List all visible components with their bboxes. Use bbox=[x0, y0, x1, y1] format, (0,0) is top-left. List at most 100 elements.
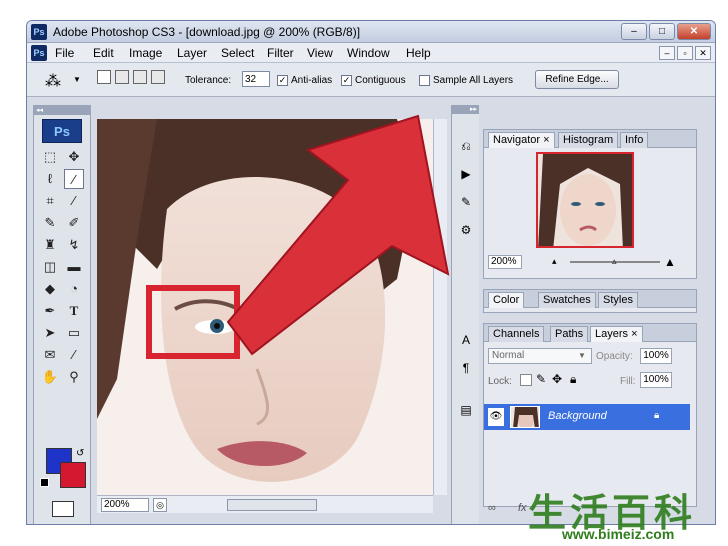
doc-close-button[interactable]: ✕ bbox=[695, 46, 711, 60]
tab-paths[interactable]: Paths bbox=[550, 326, 589, 342]
doc-minimize-button[interactable]: – bbox=[659, 46, 675, 60]
blend-mode-select[interactable]: Normal bbox=[488, 348, 592, 364]
menu-help[interactable]: Help bbox=[406, 46, 431, 60]
crop-tool-icon[interactable]: ⌗ bbox=[40, 191, 60, 211]
zoom-slider-thumb[interactable]: ▵ bbox=[612, 256, 617, 267]
minimize-button[interactable]: – bbox=[621, 23, 647, 40]
zoom-level-field[interactable]: 200% bbox=[101, 498, 149, 512]
menu-filter[interactable]: Filter bbox=[267, 46, 294, 60]
pen-tool-icon[interactable]: ✒ bbox=[40, 301, 60, 321]
fill-field[interactable]: 100% bbox=[640, 372, 672, 388]
doc-info-icon[interactable]: ◎ bbox=[153, 498, 167, 512]
contiguous-checkbox[interactable]: ✓ bbox=[341, 75, 352, 86]
status-bar: 200% ◎ bbox=[97, 495, 433, 513]
shape-tool-icon[interactable]: ▭ bbox=[64, 323, 84, 343]
character-panel-icon[interactable]: A bbox=[456, 329, 476, 349]
layers-tabs: Channels Paths Layers × bbox=[484, 324, 696, 342]
history-panel-icon[interactable]: ⎌ bbox=[456, 135, 476, 155]
menu-view[interactable]: View bbox=[307, 46, 333, 60]
slice-tool-icon[interactable]: ∕ bbox=[64, 191, 84, 211]
tab-histogram[interactable]: Histogram bbox=[558, 132, 619, 148]
tab-navigator[interactable]: Navigator × bbox=[488, 132, 555, 148]
dock-expand-icon[interactable]: ▸▸ bbox=[452, 105, 479, 114]
zoom-in-icon[interactable]: ▲ bbox=[664, 255, 676, 269]
tolerance-input[interactable]: 32 bbox=[242, 71, 270, 87]
maximize-button[interactable]: □ bbox=[649, 23, 675, 40]
layer-comps-panel-icon[interactable]: ▤ bbox=[456, 399, 476, 419]
menu-image[interactable]: Image bbox=[129, 46, 162, 60]
layer-name[interactable]: Background bbox=[548, 410, 607, 422]
new-selection-icon[interactable] bbox=[97, 70, 111, 84]
navigator-preview[interactable] bbox=[536, 152, 634, 248]
sample-all-layers-checkbox[interactable] bbox=[419, 75, 430, 86]
layer-row-background[interactable]: 👁︎ Background 🔒︎ bbox=[484, 404, 690, 430]
path-selection-icon[interactable]: ➤ bbox=[40, 323, 60, 343]
marquee-tool-icon[interactable]: ⬚ bbox=[40, 147, 60, 167]
menu-window[interactable]: Window bbox=[347, 46, 390, 60]
antialias-checkbox[interactable]: ✓ bbox=[277, 75, 288, 86]
watermark-url: www.bimeiz.com bbox=[562, 526, 675, 542]
color-tabs: Color Swatches Styles bbox=[484, 290, 696, 308]
horizontal-scrollbar[interactable] bbox=[227, 499, 317, 511]
navigator-zoom-field[interactable]: 200% bbox=[488, 255, 522, 269]
tab-channels[interactable]: Channels bbox=[488, 326, 545, 342]
menu-layer[interactable]: Layer bbox=[177, 46, 207, 60]
lock-transparency-icon[interactable] bbox=[520, 374, 532, 386]
subtract-selection-icon[interactable] bbox=[133, 70, 147, 84]
lock-position-icon[interactable]: ✥ bbox=[552, 372, 562, 386]
tab-styles[interactable]: Styles bbox=[598, 292, 638, 308]
document-canvas[interactable] bbox=[97, 119, 433, 495]
gradient-tool-icon[interactable]: ▬ bbox=[64, 257, 84, 277]
menu-file[interactable]: File bbox=[55, 46, 74, 60]
brushes-panel-icon[interactable]: ✎ bbox=[456, 191, 476, 211]
background-color-swatch[interactable] bbox=[60, 462, 86, 488]
toolbox-collapse-icon[interactable]: ◂◂ bbox=[34, 106, 90, 115]
swap-colors-icon[interactable]: ↺ bbox=[76, 448, 84, 459]
dodge-tool-icon[interactable]: ◔ bbox=[64, 279, 84, 299]
options-bar: ⁂ ▼ Tolerance: 32 ✓ Anti-alias ✓ Contigu… bbox=[27, 63, 715, 97]
paragraph-panel-icon[interactable]: ¶ bbox=[456, 357, 476, 377]
zoom-tool-icon[interactable]: ⚲ bbox=[64, 367, 84, 387]
canvas-vertical-scrollbar[interactable] bbox=[433, 119, 447, 495]
intersect-selection-icon[interactable] bbox=[151, 70, 165, 84]
lasso-tool-icon[interactable]: ℓ bbox=[40, 169, 60, 189]
magic-wand-tool-icon[interactable]: ⁄ bbox=[64, 169, 84, 189]
opacity-field[interactable]: 100% bbox=[640, 348, 672, 364]
blur-tool-icon[interactable]: ◆ bbox=[40, 279, 60, 299]
add-selection-icon[interactable] bbox=[115, 70, 129, 84]
clone-stamp-icon[interactable]: ♜ bbox=[40, 235, 60, 255]
eye-icon[interactable]: 👁︎ bbox=[488, 408, 504, 426]
lock-all-icon[interactable]: 🔒︎ bbox=[570, 372, 576, 387]
tab-color[interactable]: Color bbox=[488, 292, 525, 308]
doc-restore-button[interactable]: ▫ bbox=[677, 46, 693, 60]
clone-source-panel-icon[interactable]: ⚙ bbox=[456, 219, 476, 239]
tab-info[interactable]: Info bbox=[620, 132, 649, 148]
quick-mask-button[interactable] bbox=[52, 501, 74, 517]
default-colors-icon[interactable] bbox=[40, 478, 49, 487]
tab-layers[interactable]: Layers × bbox=[590, 326, 643, 342]
brush-tool-icon[interactable]: ✐ bbox=[64, 213, 84, 233]
zoom-out-icon[interactable]: ▴ bbox=[552, 256, 557, 267]
notes-tool-icon[interactable]: ✉ bbox=[40, 345, 60, 365]
tool-preset-dropdown-icon[interactable]: ▼ bbox=[73, 75, 81, 84]
title-bar: Ps Adobe Photoshop CS3 - [download.jpg @… bbox=[27, 21, 715, 43]
eyedropper-tool-icon[interactable]: ⁄ bbox=[64, 345, 84, 365]
move-tool-icon[interactable]: ✥ bbox=[64, 147, 84, 167]
lock-pixels-icon[interactable]: ✎ bbox=[536, 372, 546, 386]
refine-edge-button[interactable]: Refine Edge... bbox=[535, 70, 619, 89]
history-brush-icon[interactable]: ↯ bbox=[64, 235, 84, 255]
blend-dropdown-icon[interactable]: ▼ bbox=[578, 351, 586, 360]
link-layers-icon[interactable]: ∞ bbox=[488, 502, 496, 514]
close-button[interactable]: ✕ bbox=[677, 23, 711, 40]
tab-swatches[interactable]: Swatches bbox=[538, 292, 596, 308]
hand-tool-icon[interactable]: ✋ bbox=[40, 367, 60, 387]
menu-select[interactable]: Select bbox=[221, 46, 254, 60]
healing-brush-icon[interactable]: ✎ bbox=[40, 213, 60, 233]
type-tool-icon[interactable]: T bbox=[64, 301, 84, 321]
eraser-tool-icon[interactable]: ◫ bbox=[40, 257, 60, 277]
magic-wand-icon[interactable]: ⁂ bbox=[45, 71, 61, 91]
actions-panel-icon[interactable]: ▶ bbox=[456, 163, 476, 183]
layer-style-icon[interactable]: fx bbox=[518, 502, 527, 514]
contiguous-label: Contiguous bbox=[355, 75, 406, 86]
menu-edit[interactable]: Edit bbox=[93, 46, 114, 60]
